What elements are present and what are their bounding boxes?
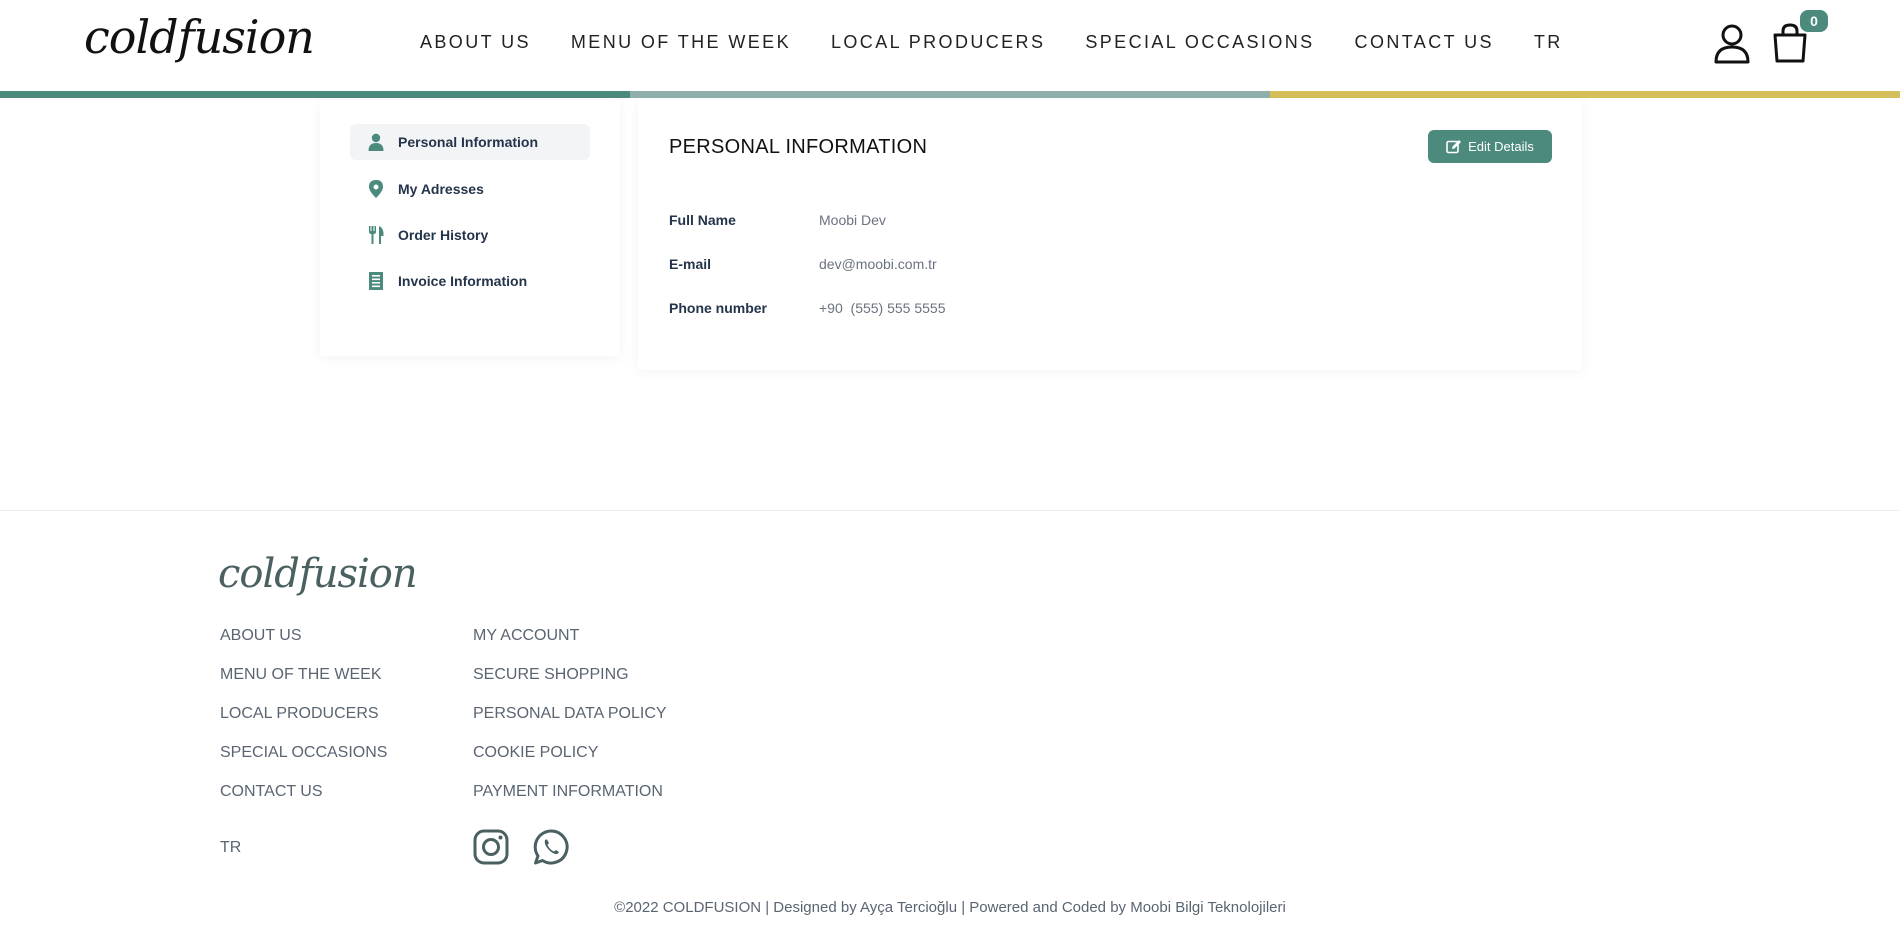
account-sidebar: Personal Information My Adresses Order H… bbox=[320, 100, 620, 356]
field-phone-number: Phone number +90 (555) 555 5555 bbox=[669, 300, 946, 316]
sidebar-item-my-adresses[interactable]: My Adresses bbox=[350, 171, 590, 207]
user-account-icon[interactable] bbox=[1713, 24, 1751, 64]
whatsapp-icon[interactable] bbox=[533, 829, 569, 865]
nav-contact-us[interactable]: CONTACT US bbox=[1355, 32, 1494, 53]
sidebar-item-label: Personal Information bbox=[398, 134, 539, 150]
sidebar-item-label: My Adresses bbox=[398, 181, 484, 197]
sidebar-item-order-history[interactable]: Order History bbox=[350, 217, 590, 253]
footer-column-account: MY ACCOUNT SECURE SHOPPING PERSONAL DATA… bbox=[473, 627, 667, 822]
utensils-icon bbox=[368, 226, 384, 244]
footer-link-about-us[interactable]: ABOUT US bbox=[220, 627, 387, 666]
sidebar-item-label: Order History bbox=[398, 227, 489, 243]
main-nav: ABOUT US MENU OF THE WEEK LOCAL PRODUCER… bbox=[420, 32, 1603, 53]
field-value: Moobi Dev bbox=[819, 212, 886, 228]
field-label: Full Name bbox=[669, 212, 736, 228]
field-value: +90 (555) 555 5555 bbox=[819, 300, 946, 316]
field-full-name: Full Name Moobi Dev bbox=[669, 212, 886, 228]
edit-details-button[interactable]: Edit Details bbox=[1428, 130, 1552, 163]
site-footer: coldfusion ABOUT US MENU OF THE WEEK LOC… bbox=[0, 510, 1900, 950]
nav-special-occasions[interactable]: SPECIAL OCCASIONS bbox=[1085, 32, 1314, 53]
field-value: dev@moobi.com.tr bbox=[819, 256, 937, 272]
header-stripe-green bbox=[0, 91, 630, 98]
footer-link-secure-shopping[interactable]: SECURE SHOPPING bbox=[473, 666, 667, 705]
nav-about-us[interactable]: ABOUT US bbox=[420, 32, 531, 53]
field-email: E-mail dev@moobi.com.tr bbox=[669, 256, 937, 272]
footer-column-site: ABOUT US MENU OF THE WEEK LOCAL PRODUCER… bbox=[220, 627, 387, 822]
nav-local-producers[interactable]: LOCAL PRODUCERS bbox=[831, 32, 1045, 53]
receipt-icon bbox=[368, 272, 384, 290]
footer-link-special-occasions[interactable]: SPECIAL OCCASIONS bbox=[220, 744, 387, 783]
cart-count-badge: 0 bbox=[1800, 10, 1828, 32]
sidebar-item-personal-information[interactable]: Personal Information bbox=[350, 124, 590, 160]
footer-link-menu-of-the-week[interactable]: MENU OF THE WEEK bbox=[220, 666, 387, 705]
footer-link-cookie-policy[interactable]: COOKIE POLICY bbox=[473, 744, 667, 783]
nav-language-tr[interactable]: TR bbox=[1534, 32, 1563, 53]
copyright-text: ©2022 COLDFUSION | Designed by Ayça Terc… bbox=[614, 899, 1286, 916]
edit-icon bbox=[1446, 140, 1462, 154]
footer-language-tr[interactable]: TR bbox=[220, 839, 241, 857]
site-header: coldfusion ABOUT US MENU OF THE WEEK LOC… bbox=[0, 0, 1900, 91]
footer-link-contact-us[interactable]: CONTACT US bbox=[220, 783, 387, 822]
footer-link-payment-information[interactable]: PAYMENT INFORMATION bbox=[473, 783, 667, 822]
instagram-icon[interactable] bbox=[473, 829, 509, 865]
edit-details-label: Edit Details bbox=[1468, 139, 1534, 154]
user-icon bbox=[368, 133, 384, 151]
map-pin-icon bbox=[368, 180, 384, 198]
field-label: Phone number bbox=[669, 300, 768, 316]
sidebar-item-invoice-information[interactable]: Invoice Information bbox=[350, 263, 590, 299]
personal-information-panel: PERSONAL INFORMATION Edit Details Full N… bbox=[638, 100, 1582, 370]
field-label: E-mail bbox=[669, 256, 712, 272]
footer-link-personal-data-policy[interactable]: PERSONAL DATA POLICY bbox=[473, 705, 667, 744]
footer-logo[interactable]: coldfusion bbox=[218, 551, 418, 597]
page-title: PERSONAL INFORMATION bbox=[669, 136, 928, 158]
footer-link-my-account[interactable]: MY ACCOUNT bbox=[473, 627, 667, 666]
logo[interactable]: coldfusion bbox=[84, 10, 315, 64]
header-stripe-gold bbox=[1270, 91, 1900, 98]
footer-link-local-producers[interactable]: LOCAL PRODUCERS bbox=[220, 705, 387, 744]
nav-menu-of-the-week[interactable]: MENU OF THE WEEK bbox=[571, 32, 791, 53]
header-stripe-gray bbox=[630, 91, 1270, 98]
sidebar-item-label: Invoice Information bbox=[398, 273, 528, 289]
